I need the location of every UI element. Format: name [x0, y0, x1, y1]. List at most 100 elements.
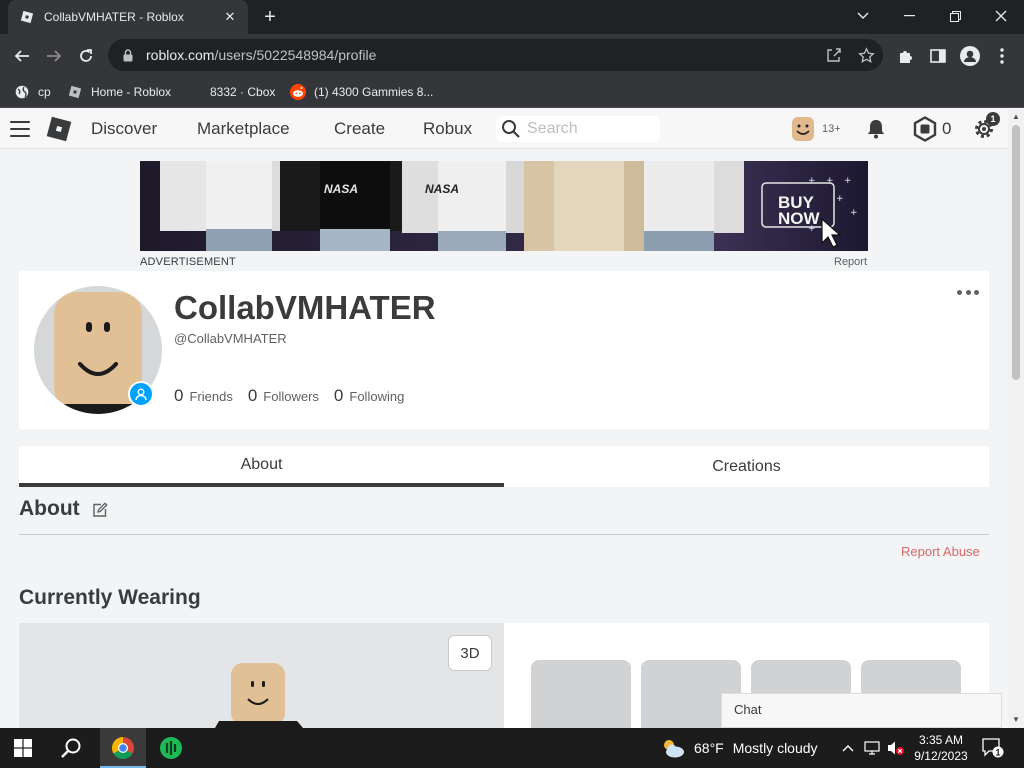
weather-temperature: 68°F [694, 740, 724, 756]
friends-stat[interactable]: 0 Friends [174, 386, 233, 406]
taskbar-clock[interactable]: 3:35 AM 9/12/2023 [906, 732, 976, 764]
ad-report-link[interactable]: Report [834, 256, 867, 268]
chrome-menu-icon[interactable] [988, 42, 1016, 70]
followers-label: Followers [263, 389, 319, 404]
bookmark-cbox[interactable]: 8332 · Cbox [210, 82, 275, 102]
scroll-up-icon[interactable]: ▲ [1008, 109, 1024, 123]
roblox-logo-icon[interactable] [46, 116, 72, 142]
roblox-header: Discover Marketplace Create Robux 13+ 0 [0, 109, 1008, 149]
svg-text:+: + [836, 194, 844, 204]
browser-tab[interactable]: CollabVMHATER - Roblox ✕ [8, 0, 248, 34]
edit-icon[interactable] [91, 501, 109, 519]
followers-count: 0 [247, 386, 258, 405]
scroll-down-icon[interactable]: ▼ [1008, 712, 1024, 726]
followers-stat[interactable]: 0 Followers [248, 386, 319, 406]
forward-arrow-icon[interactable] [40, 42, 68, 70]
back-arrow-icon[interactable] [8, 42, 36, 70]
notifications-bell-icon[interactable] [862, 115, 890, 143]
clock-date: 9/12/2023 [914, 749, 968, 763]
tab-about[interactable]: About [19, 446, 504, 487]
tab-creations[interactable]: Creations [504, 446, 989, 487]
profile-account-icon[interactable] [956, 42, 984, 70]
volume-muted-icon[interactable] [886, 738, 906, 758]
tab-title: CollabVMHATER - Roblox [44, 10, 184, 24]
browser-tab-strip: CollabVMHATER - Roblox ✕ + [0, 0, 1024, 34]
bookmark-label: cp [38, 85, 51, 99]
browser-toolbar: roblox.com/users/5022548984/profile [0, 34, 1024, 76]
lock-icon [120, 47, 136, 63]
following-stat[interactable]: 0 Following [334, 386, 404, 406]
network-icon[interactable] [862, 738, 882, 758]
weather-widget[interactable]: 68°F Mostly cloudy [660, 736, 818, 760]
bookmark-home-roblox[interactable]: Home - Roblox [67, 82, 171, 102]
about-divider [19, 534, 989, 535]
more-options-icon[interactable] [957, 287, 979, 297]
wearing-item-thumbnail[interactable] [531, 660, 631, 728]
url-text: roblox.com/users/5022548984/profile [146, 47, 377, 63]
profile-header-card: CollabVMHATER @CollabVMHATER 0 Friends 0… [19, 271, 989, 429]
svg-text:NOW: NOW [778, 209, 821, 228]
bookmark-reddit[interactable]: (1) 4300 Gammies 8... [290, 82, 433, 102]
hamburger-menu-icon[interactable] [10, 121, 30, 137]
cloud-sun-icon [660, 736, 686, 760]
friends-label: Friends [189, 389, 233, 404]
new-tab-button[interactable]: + [258, 5, 282, 29]
bookmark-star-icon[interactable] [856, 45, 876, 65]
header-avatar[interactable] [790, 115, 816, 143]
bookmarks-bar: cp Home - Roblox 8332 · Cbox (1) 4300 Ga… [0, 76, 1024, 108]
windows-start-icon[interactable] [0, 728, 46, 768]
svg-text:+: + [808, 176, 816, 186]
extensions-puzzle-icon[interactable] [892, 42, 920, 70]
settings-notification-badge: 1 [986, 112, 1000, 126]
bookmark-label: Home - Roblox [91, 85, 172, 99]
following-label: Following [349, 389, 405, 404]
chat-bar[interactable]: Chat [721, 693, 1002, 728]
tab-close-icon[interactable]: ✕ [220, 7, 240, 27]
clock-time: 3:35 AM [918, 733, 964, 747]
robux-icon[interactable] [911, 115, 939, 143]
bookmark-cp[interactable]: cp [14, 82, 51, 102]
restore-window-icon[interactable] [932, 0, 978, 32]
share-icon[interactable] [824, 45, 844, 65]
taskbar-search-icon[interactable] [48, 728, 94, 768]
address-bar[interactable]: roblox.com/users/5022548984/profile [108, 39, 883, 71]
green-app-icon[interactable] [148, 728, 194, 768]
search-input[interactable] [527, 120, 653, 138]
report-abuse-link[interactable]: Report Abuse [901, 544, 980, 559]
tab-search-chevron-icon[interactable] [840, 0, 886, 32]
nav-create[interactable]: Create [334, 119, 385, 139]
svg-text:1: 1 [995, 748, 1000, 758]
reload-icon[interactable] [72, 42, 100, 70]
roblox-favicon-icon [67, 84, 83, 100]
minimize-window-icon[interactable] [886, 0, 932, 32]
windows-taskbar: 68°F Mostly cloudy 3:35 AM 9/12/2023 1 [0, 728, 1024, 768]
age-label: 13+ [822, 123, 841, 135]
nav-discover[interactable]: Discover [91, 119, 157, 139]
close-window-icon[interactable] [978, 0, 1024, 32]
user-presence-icon [128, 381, 154, 407]
currently-wearing-heading: Currently Wearing [19, 586, 201, 609]
action-center-icon[interactable]: 1 [982, 737, 1004, 759]
svg-text:+: + [850, 208, 858, 218]
search-box [496, 116, 660, 142]
about-heading: About [19, 497, 80, 520]
nav-robux[interactable]: Robux [423, 119, 472, 139]
side-panel-icon[interactable] [924, 42, 952, 70]
avatar-3d-viewer[interactable] [19, 623, 504, 728]
weather-condition: Mostly cloudy [732, 740, 818, 756]
profile-tabs: About Creations [19, 446, 989, 487]
chrome-icon[interactable] [100, 728, 146, 768]
profile-username: @CollabVMHATER [174, 331, 287, 346]
page-scrollbar[interactable]: ▲ ▼ [1008, 109, 1024, 728]
reddit-icon [290, 84, 306, 100]
search-icon[interactable] [499, 117, 523, 141]
roblox-favicon-icon [20, 10, 34, 24]
nav-marketplace[interactable]: Marketplace [197, 119, 290, 139]
globe-icon [14, 84, 30, 100]
scrollbar-thumb[interactable] [1012, 125, 1020, 380]
svg-text:NASA: NASA [425, 182, 459, 196]
tray-chevron-up-icon[interactable] [838, 738, 858, 758]
view-3d-button[interactable]: 3D [448, 635, 492, 671]
ad-label: ADVERTISEMENT [140, 256, 236, 268]
ad-banner[interactable]: NASA NASA + + + + + + BUY NOW [140, 161, 868, 251]
